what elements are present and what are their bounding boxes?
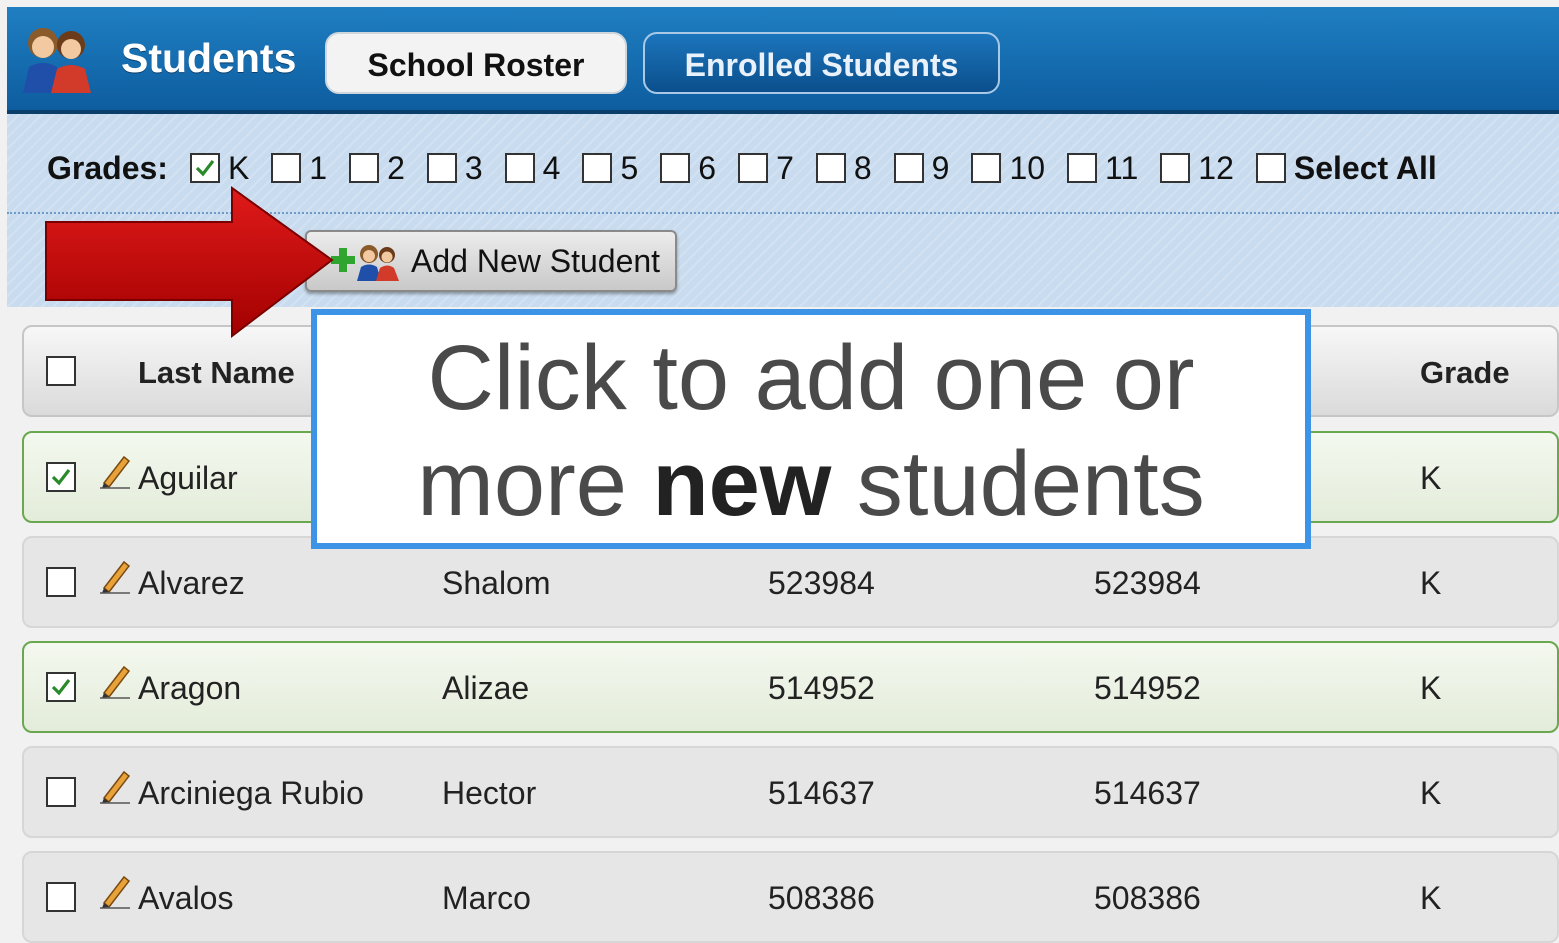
cell-grade: K: [1420, 670, 1442, 706]
row-checkbox[interactable]: [46, 672, 76, 702]
grade-option-5[interactable]: 5: [582, 150, 638, 187]
cell-state-id: 514637: [1094, 775, 1201, 811]
table-row[interactable]: Arciniega Rubio Hector 514637 514637 K: [22, 746, 1559, 838]
cell-state-id: 514952: [1094, 670, 1201, 706]
row-checkbox[interactable]: [46, 567, 76, 597]
cell-last-name[interactable]: Alvarez: [138, 565, 245, 602]
grade-option-k[interactable]: K: [189, 149, 250, 187]
grade-option-11[interactable]: 11: [1067, 150, 1138, 187]
grade-option-9[interactable]: 9: [893, 149, 950, 187]
cell-first-name: Shalom: [442, 565, 551, 601]
callout-line-2: more new students: [417, 433, 1205, 535]
row-checkbox[interactable]: [46, 462, 76, 492]
grade-option-1[interactable]: 1: [271, 150, 327, 187]
grade-option-3[interactable]: 3: [426, 149, 483, 187]
grade-option-8[interactable]: 8: [815, 149, 872, 187]
grade-option-select-all[interactable]: Select All: [1255, 149, 1437, 187]
grade-option-10[interactable]: 10: [971, 150, 1045, 187]
edit-pencil-icon[interactable]: [98, 453, 132, 489]
grade-label: 2: [387, 149, 405, 186]
cell-last-name[interactable]: Arciniega Rubio: [138, 775, 364, 812]
grade-label: 1: [309, 149, 328, 186]
grade-checkbox[interactable]: [815, 153, 846, 183]
grade-checkbox-list: K 1 2 3 4 5 6 7 8 9 10 11 12: [189, 149, 1256, 187]
tab-enrolled-students[interactable]: Enrolled Students: [643, 32, 1000, 94]
grade-checkbox[interactable]: [349, 153, 380, 183]
grade-checkbox[interactable]: [504, 153, 535, 183]
callout-line-1: Click to add one or: [427, 327, 1195, 429]
cell-grade: K: [1420, 775, 1442, 811]
grade-checkbox[interactable]: [971, 153, 1002, 183]
cell-first-name: Hector: [442, 775, 537, 811]
tab-school-roster[interactable]: School Roster: [325, 32, 627, 94]
callout-annotation: Click to add one or more new students: [311, 309, 1311, 549]
cell-grade: K: [1420, 880, 1442, 916]
grade-label: 7: [776, 149, 794, 186]
cell-grade: K: [1420, 460, 1442, 496]
cell-student-id: 514637: [768, 775, 875, 811]
grade-checkbox[interactable]: [738, 153, 769, 183]
grade-label: 12: [1198, 149, 1234, 186]
cell-first-name: Alizae: [442, 670, 530, 706]
add-new-student-label: Add New Student: [411, 242, 661, 279]
grade-label: 10: [1009, 149, 1046, 186]
grade-option-6[interactable]: 6: [660, 150, 716, 187]
cell-last-name[interactable]: Aragon: [138, 670, 241, 707]
grade-checkbox[interactable]: [582, 153, 613, 183]
select-all-checkbox[interactable]: [1255, 153, 1286, 183]
column-header-last-name[interactable]: Last Name: [138, 355, 295, 391]
row-checkbox[interactable]: [46, 777, 76, 807]
cell-student-id: 523984: [768, 565, 875, 601]
grade-label: 3: [464, 149, 483, 186]
edit-pencil-icon[interactable]: [98, 768, 132, 804]
table-row[interactable]: Avalos Marco 508386 508386 K: [22, 851, 1559, 943]
grade-label: K: [227, 149, 250, 186]
edit-pencil-icon[interactable]: [98, 873, 132, 909]
cell-grade: K: [1420, 565, 1442, 601]
table-row[interactable]: Aragon Alizae 514952 514952 K: [22, 641, 1559, 733]
grade-option-4[interactable]: 4: [504, 149, 561, 187]
cell-last-name[interactable]: Aguilar: [138, 460, 238, 497]
grade-label: 9: [931, 149, 950, 186]
select-all-label: Select All: [1293, 149, 1437, 186]
table-row[interactable]: Alvarez Shalom 523984 523984 K: [22, 536, 1559, 628]
grades-label: Grades:: [47, 149, 168, 186]
grade-label: 8: [853, 149, 872, 186]
cell-last-name[interactable]: Avalos: [138, 880, 233, 917]
grade-label: 6: [698, 149, 717, 186]
cell-state-id: 508386: [1094, 880, 1201, 916]
grade-checkbox[interactable]: [660, 153, 691, 183]
students-icon: [23, 28, 91, 93]
add-new-student-button[interactable]: Add New Student: [305, 230, 677, 292]
grade-option-2[interactable]: 2: [349, 150, 405, 187]
grade-checkbox[interactable]: [1067, 153, 1098, 183]
cell-student-id: 514952: [768, 670, 875, 706]
page-title: Students: [121, 35, 297, 81]
row-checkbox[interactable]: [46, 882, 76, 912]
grade-checkbox[interactable]: [271, 153, 302, 183]
grade-label: 11: [1105, 149, 1139, 186]
add-student-icon: [331, 245, 399, 281]
grade-option-12[interactable]: 12: [1160, 150, 1234, 187]
grade-option-7[interactable]: 7: [738, 150, 794, 187]
cell-student-id: 508386: [768, 880, 875, 916]
grade-checkbox[interactable]: [1160, 153, 1191, 183]
grade-label: 4: [542, 149, 561, 186]
grade-checkbox[interactable]: [189, 153, 220, 183]
grade-checkbox[interactable]: [426, 153, 457, 183]
select-all-rows-checkbox[interactable]: [46, 356, 76, 386]
cell-state-id: 523984: [1094, 565, 1201, 601]
edit-pencil-icon[interactable]: [98, 558, 132, 594]
red-arrow-annotation: [45, 186, 334, 338]
callout-emphasis: new: [652, 433, 832, 535]
grade-label: 5: [620, 149, 639, 186]
cell-first-name: Marco: [442, 880, 531, 916]
edit-pencil-icon[interactable]: [98, 663, 132, 699]
column-header-grade[interactable]: Grade: [1420, 355, 1510, 391]
grade-checkbox[interactable]: [893, 153, 924, 183]
students-header: Students School Roster Enrolled Students: [7, 7, 1559, 114]
grades-filter: Grades: K 1 2 3 4 5 6 7 8 9 10 11 12 Select All: [47, 144, 1459, 192]
